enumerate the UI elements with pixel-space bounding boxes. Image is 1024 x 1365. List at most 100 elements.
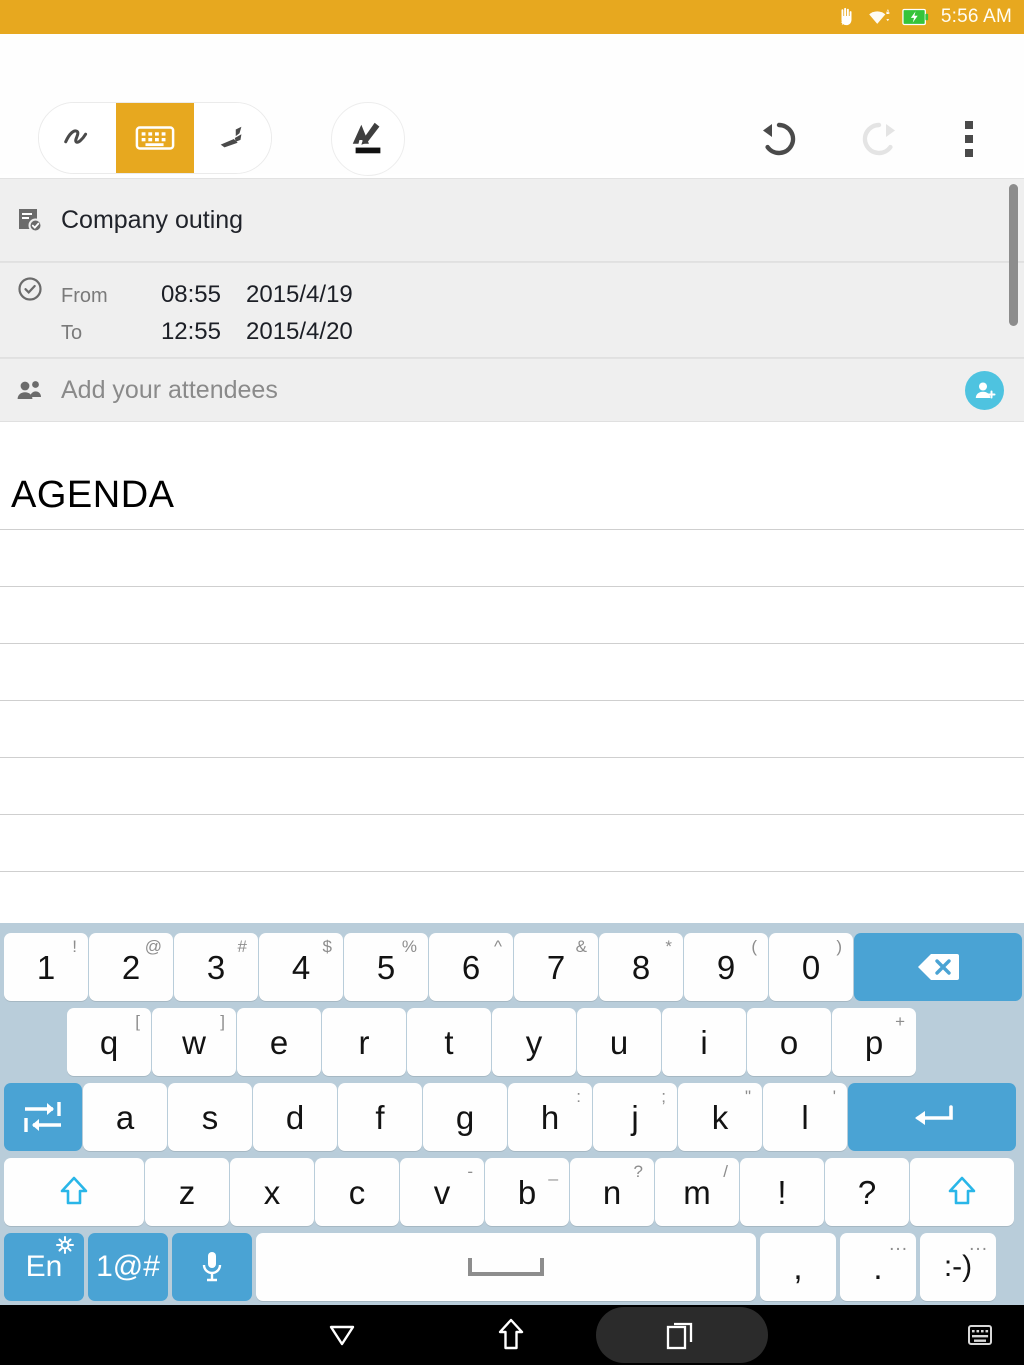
key-5-label: 5 (376, 948, 396, 986)
space-key[interactable] (256, 1233, 756, 1301)
key-q[interactable]: q[ (67, 1008, 151, 1076)
key-t[interactable]: t (407, 1008, 491, 1076)
shift-right-key[interactable] (910, 1158, 1014, 1226)
key-9-label: 9 (716, 948, 736, 986)
overflow-menu-button[interactable] (932, 102, 1006, 176)
key-j[interactable]: j; (593, 1083, 677, 1151)
key-v[interactable]: v- (400, 1158, 484, 1226)
keyboard-row-numbers: 1! 2 @3 #4 $5% 6 ^ 7 & 8 * 9(0) (0, 933, 1024, 1001)
key-n[interactable]: n? (570, 1158, 654, 1226)
key-comma-label: , (793, 1248, 803, 1286)
key-e[interactable]: e (237, 1008, 321, 1076)
rule-line (0, 871, 1024, 872)
key-6[interactable]: 6 ^ (429, 933, 513, 1001)
key-5-alt: % (401, 937, 417, 956)
key-p[interactable]: p + (832, 1008, 916, 1076)
symbols-key[interactable]: 1@# (88, 1233, 168, 1301)
note-body-text[interactable]: AGENDA (11, 476, 174, 514)
key-5[interactable]: 5% (344, 933, 428, 1001)
key-2[interactable]: 2 @ (89, 933, 173, 1001)
nav-back-button[interactable] (300, 1305, 384, 1365)
key-r-label: r (358, 1023, 370, 1061)
key-g[interactable]: g (423, 1083, 507, 1151)
note-schedule-panel[interactable]: From 08:55 2015/4/19 To 12:55 2015/4/20 (0, 262, 1024, 358)
key-i[interactable]: i (662, 1008, 746, 1076)
enter-key[interactable] (848, 1083, 1016, 1151)
key-9[interactable]: 9( (684, 933, 768, 1001)
key-k-label: k (711, 1098, 729, 1136)
key-x-label: x (263, 1173, 281, 1211)
schedule-row-to[interactable]: To 12:55 2015/4/20 (61, 318, 353, 355)
rule-line (0, 529, 1024, 530)
nav-home-button[interactable] (469, 1305, 553, 1365)
key-question[interactable]: ? (825, 1158, 909, 1226)
keyboard-mode-button[interactable] (116, 103, 194, 173)
schedule-row-from[interactable]: From 08:55 2015/4/19 (61, 281, 353, 318)
schedule-from-label: From (61, 285, 108, 307)
shift-left-key[interactable] (4, 1158, 144, 1226)
key-d[interactable]: d (253, 1083, 337, 1151)
note-attendees-panel[interactable]: Add your attendees (0, 358, 1024, 422)
key-emoji[interactable]: :-)... (920, 1233, 996, 1301)
schedule-from-date[interactable]: 2015/4/19 (246, 281, 353, 309)
key-1-label: 1 (36, 948, 56, 986)
rule-line (0, 757, 1024, 758)
key-u[interactable]: u (577, 1008, 661, 1076)
app-toolbar (0, 34, 1024, 176)
key-f[interactable]: f (338, 1083, 422, 1151)
scribble-mode-button[interactable] (39, 103, 117, 173)
nav-recents-button[interactable] (640, 1305, 724, 1365)
key-0[interactable]: 0) (769, 933, 853, 1001)
add-person-icon[interactable] (965, 371, 1004, 410)
schedule-to-date[interactable]: 2015/4/20 (246, 318, 353, 346)
undo-button[interactable] (742, 102, 816, 176)
key-4[interactable]: 4 $ (259, 933, 343, 1001)
rule-line (0, 643, 1024, 644)
backspace-key[interactable] (854, 933, 1022, 1001)
key-1[interactable]: 1! (4, 933, 88, 1001)
key-period-alt: ... (889, 1234, 908, 1255)
schedule-to-time[interactable]: 12:55 (133, 318, 221, 346)
key-r[interactable]: r (322, 1008, 406, 1076)
key-7[interactable]: 7 & (514, 933, 598, 1001)
key-exclamation-label: ! (777, 1173, 787, 1211)
schedule-from-time[interactable]: 08:55 (133, 281, 221, 309)
key-w[interactable]: w] (152, 1008, 236, 1076)
key-h[interactable]: h: (508, 1083, 592, 1151)
key-comma[interactable]: , (760, 1233, 836, 1301)
key-question-label: ? (857, 1173, 877, 1211)
pen-eraser-tool-button[interactable] (331, 102, 405, 176)
key-8[interactable]: 8 * (599, 933, 683, 1001)
key-x[interactable]: x (230, 1158, 314, 1226)
key-h-alt: : (576, 1087, 581, 1106)
key-k[interactable]: k " (678, 1083, 762, 1151)
key-j-label: j (631, 1098, 639, 1136)
language-key[interactable]: En (4, 1233, 84, 1301)
key-b[interactable]: b _ (485, 1158, 569, 1226)
redo-button[interactable] (842, 102, 916, 176)
nav-keyboard-button[interactable] (948, 1305, 1012, 1365)
svg-text:A: A (886, 9, 890, 15)
key-l[interactable]: l ' (763, 1083, 847, 1151)
key-y-label: y (525, 1023, 543, 1061)
key-s-label: s (201, 1098, 219, 1136)
key-a[interactable]: a (83, 1083, 167, 1151)
key-8-label: 8 (631, 948, 651, 986)
key-o[interactable]: o (747, 1008, 831, 1076)
key-z[interactable]: z (145, 1158, 229, 1226)
schedule-to-label: To (61, 322, 83, 344)
key-3[interactable]: 3 # (174, 933, 258, 1001)
key-exclamation[interactable]: ! (740, 1158, 824, 1226)
key-period[interactable]: .... (840, 1233, 916, 1301)
key-c[interactable]: c (315, 1158, 399, 1226)
key-m[interactable]: m / (655, 1158, 739, 1226)
key-1-alt: ! (72, 937, 77, 956)
tab-key[interactable] (4, 1083, 82, 1151)
note-title-panel[interactable]: Company outing (0, 178, 1024, 262)
key-s[interactable]: s (168, 1083, 252, 1151)
input-mode-segmented-control[interactable] (38, 102, 272, 174)
scrollbar-thumb[interactable] (1009, 184, 1018, 326)
marker-mode-button[interactable] (193, 103, 271, 173)
voice-input-key[interactable] (172, 1233, 252, 1301)
key-y[interactable]: y (492, 1008, 576, 1076)
